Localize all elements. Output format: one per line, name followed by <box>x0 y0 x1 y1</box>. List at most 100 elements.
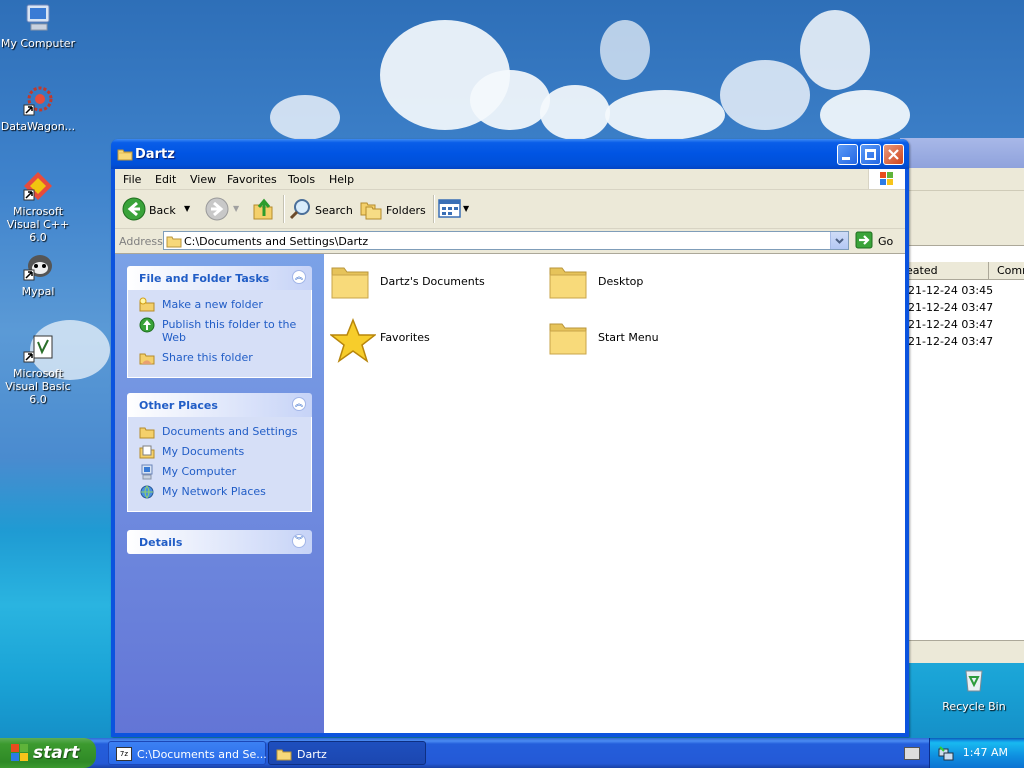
back-button[interactable]: Back ▼ <box>120 195 200 223</box>
task-share-folder[interactable]: Share this folder <box>128 351 311 365</box>
list-item[interactable]: 21-12-24 03:45 <box>908 284 993 297</box>
window-titlebar[interactable]: Dartz <box>111 139 909 169</box>
folder-icon <box>139 427 155 439</box>
menu-file[interactable]: File <box>123 173 141 186</box>
go-button[interactable]: Go <box>855 231 901 251</box>
column-headers: eated Comm <box>900 262 1024 280</box>
system-tray: 1:47 AM <box>929 738 1024 768</box>
task-label: Share this folder <box>162 351 253 364</box>
views-icon <box>438 199 461 218</box>
item-label: Start Menu <box>598 331 659 344</box>
cloud <box>600 20 650 80</box>
computer-icon <box>141 464 153 480</box>
maximize-button[interactable] <box>860 144 881 165</box>
start-button[interactable]: start <box>0 738 96 768</box>
panel-title: Other Places <box>139 399 218 412</box>
list-item[interactable]: 21-12-24 03:47 <box>908 301 993 314</box>
item-label: Favorites <box>380 331 430 344</box>
windows-logo-icon <box>11 744 28 761</box>
other-places-header[interactable]: Other Places ︽ <box>127 393 312 417</box>
menu-edit[interactable]: Edit <box>155 173 176 186</box>
folder-icon <box>549 267 587 299</box>
chevron-down-icon[interactable]: ︾ <box>292 534 306 548</box>
toolbar-separator <box>283 195 285 223</box>
list-item[interactable]: 21-12-24 03:47 <box>908 335 993 348</box>
cloud <box>605 90 725 140</box>
address-value: C:\Documents and Settings\Dartz <box>184 235 369 248</box>
place-my-network-places[interactable]: My Network Places <box>128 485 311 499</box>
maximize-icon <box>865 149 876 160</box>
desktop-icon-label: DataWagon... <box>0 120 76 133</box>
mypal-icon <box>22 250 54 282</box>
search-button[interactable]: Search <box>287 195 353 223</box>
desktop-icon-visual-cpp[interactable]: Microsoft Visual C++ 6.0 <box>0 170 78 244</box>
keyboard-icon[interactable] <box>904 747 920 760</box>
column-header-created[interactable]: eated <box>906 262 938 279</box>
taskbar-button-dartz[interactable]: Dartz <box>268 741 426 765</box>
search-label: Search <box>315 204 353 217</box>
task-label: Publish this folder to the Web <box>162 318 297 344</box>
column-header-comments[interactable]: Comm <box>997 262 1024 279</box>
folder-icon <box>331 267 369 299</box>
explorer-window[interactable]: Dartz File Edit View Favorites Tools Hel… <box>111 139 909 737</box>
place-label: My Network Places <box>162 485 266 498</box>
desktop-icon-label: Recycle Bin <box>942 700 1006 713</box>
up-folder-button[interactable] <box>251 195 279 223</box>
views-button[interactable]: ▼ <box>437 195 471 223</box>
taskbar-button-cmd[interactable]: 7z C:\Documents and Se... <box>108 741 267 765</box>
desktop-icon-my-computer[interactable]: My Computer <box>0 2 78 50</box>
menu-view[interactable]: View <box>190 173 216 186</box>
file-folder-tasks-header[interactable]: File and Folder Tasks ︽ <box>127 266 312 290</box>
computer-icon <box>22 2 54 34</box>
chevron-up-icon[interactable]: ︽ <box>292 270 306 284</box>
background-window[interactable]: eated Comm 21-12-24 03:45 21-12-24 03:47… <box>900 138 1024 663</box>
details-header[interactable]: Details ︾ <box>127 530 312 554</box>
favorites-star-icon <box>330 318 376 363</box>
cloud <box>800 10 870 90</box>
place-my-documents[interactable]: My Documents <box>128 445 311 459</box>
taskbar: start 7z C:\Documents and Se... Dartz 1:… <box>0 738 1024 768</box>
minimize-button[interactable] <box>837 144 858 165</box>
taskbar-button-label: C:\Documents and Se... <box>137 748 267 761</box>
chevron-down-icon[interactable]: ▼ <box>184 204 190 213</box>
menu-favorites[interactable]: Favorites <box>227 173 277 186</box>
address-dropdown-button[interactable] <box>830 232 848 249</box>
visual-cpp-icon <box>22 170 54 202</box>
folder-icon <box>276 749 292 761</box>
folders-button[interactable]: Folders <box>358 195 430 223</box>
folder-icon <box>549 323 587 355</box>
datawagon-icon <box>22 85 54 117</box>
folder-icon <box>166 236 182 248</box>
close-button[interactable] <box>883 144 904 165</box>
background-window-titlebar[interactable] <box>900 138 1024 168</box>
visual-basic-icon <box>22 332 54 364</box>
desktop-icon-recycle-bin[interactable]: Recycle Bin <box>934 665 1014 713</box>
chevron-down-icon[interactable]: ▼ <box>233 204 239 213</box>
task-publish-folder[interactable]: Publish this folder to the Web <box>128 317 311 344</box>
forward-button[interactable]: ▼ <box>203 195 243 223</box>
address-input[interactable]: C:\Documents and Settings\Dartz <box>163 231 849 250</box>
back-label: Back <box>149 204 176 217</box>
list-item[interactable]: 21-12-24 03:47 <box>908 318 993 331</box>
desktop-icon-visual-basic[interactable]: Microsoft Visual Basic 6.0 <box>0 332 78 406</box>
menu-tools[interactable]: Tools <box>288 173 315 186</box>
file-list[interactable]: Dartz's Documents Desktop Favorites Star… <box>324 254 905 733</box>
desktop-icon-mypal[interactable]: Mypal <box>0 250 78 298</box>
background-window-addressbar <box>900 225 1024 246</box>
taskbar-button-label: Dartz <box>297 748 327 761</box>
place-my-computer[interactable]: My Computer <box>128 464 311 480</box>
place-documents-and-settings[interactable]: Documents and Settings <box>128 425 311 439</box>
chevron-down-icon[interactable]: ▼ <box>463 204 469 213</box>
task-make-new-folder[interactable]: Make a new folder <box>128 297 311 312</box>
go-label: Go <box>878 235 894 248</box>
network-icon[interactable] <box>938 745 954 761</box>
details-panel: Details ︾ <box>127 530 312 554</box>
clock[interactable]: 1:47 AM <box>963 746 1008 759</box>
chevron-up-icon[interactable]: ︽ <box>292 397 306 411</box>
share-folder-icon <box>139 353 155 365</box>
desktop-icon-label: Microsoft Visual Basic 6.0 <box>5 367 71 406</box>
file-folder-tasks-panel: File and Folder Tasks ︽ Make a new folde… <box>127 266 312 378</box>
menu-help[interactable]: Help <box>329 173 354 186</box>
desktop-icon-label: Mypal <box>21 285 55 298</box>
desktop-icon-datawagon[interactable]: DataWagon... <box>0 85 78 133</box>
